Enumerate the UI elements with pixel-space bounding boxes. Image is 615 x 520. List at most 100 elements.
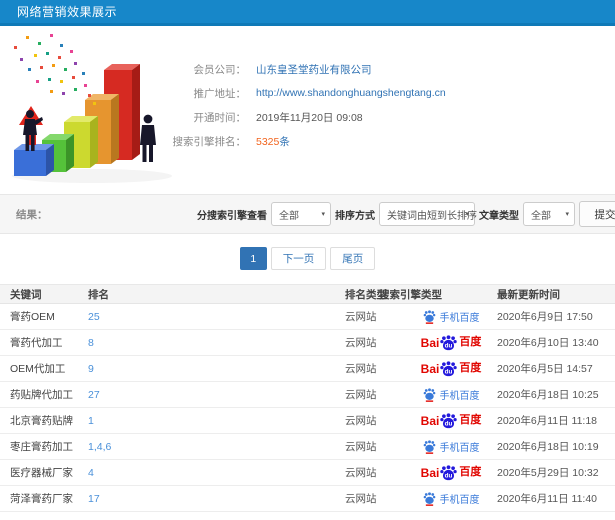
engine-filter-label: 分搜索引擎查看 — [197, 210, 267, 222]
cell-updated: 2020年6月11日 11:18 — [497, 415, 598, 427]
table-row: 菏泽膏药厂家 17 云网站 手机百度 2020年6月11日 11:40 — [0, 486, 615, 512]
baidu-logo-icon: Bai du 百度 — [420, 412, 482, 428]
cell-rank: 4 — [88, 466, 94, 479]
ranking-count-number: 5325 — [256, 135, 280, 148]
submit-button[interactable]: 提交 — [579, 201, 615, 227]
mobile-baidu-label: 手机百度 — [439, 313, 480, 324]
cell-engine: 手机百度 — [405, 439, 497, 454]
mobile-baidu-paw-icon — [423, 439, 435, 454]
mobile-baidu-icon: 手机百度 — [423, 491, 480, 506]
svg-text:du: du — [445, 472, 453, 479]
field-company: 会员公司： 山东皇圣堂药业有限公司 — [0, 57, 615, 81]
promo-url-link[interactable]: http://www.shandonghuangshengtang.cn — [256, 87, 446, 99]
mobile-baidu-label: 手机百度 — [439, 443, 480, 454]
cell-rank: 27 — [88, 388, 100, 401]
cell-updated: 2020年6月18日 10:19 — [497, 441, 599, 453]
table-row: 枣庄膏药加工 1,4,6 云网站 手机百度 2020年6月18日 10:19 — [0, 434, 615, 460]
baidu-logo-icon: Bai du 百度 — [420, 360, 482, 376]
svg-text:du: du — [445, 420, 453, 427]
cell-updated: 2020年5月29日 10:32 — [497, 467, 599, 479]
baidu-paw-icon: du — [440, 412, 458, 428]
table-body: 膏药OEM 25 云网站 手机百度 2020年6月9日 17:50 膏药代加工 … — [0, 304, 615, 512]
caret-down-icon: ▾ — [465, 211, 469, 218]
cell-rank-type: 云网站 — [345, 467, 377, 479]
cell-engine: 手机百度 — [405, 491, 497, 506]
cell-updated: 2020年6月9日 17:50 — [497, 311, 593, 323]
mobile-baidu-label: 手机百度 — [439, 391, 480, 402]
cell-keyword: 膏药代加工 — [10, 337, 63, 349]
cell-rank: 17 — [88, 492, 100, 505]
next-page-button[interactable]: 下一页 — [270, 247, 327, 270]
cell-engine: Bai du 百度 — [405, 412, 497, 429]
article-type-select[interactable]: 全部 ▾ — [523, 202, 575, 226]
mobile-baidu-icon: 手机百度 — [423, 387, 480, 402]
engine-filter-value: 全部 — [279, 210, 299, 222]
cell-rank-type: 云网站 — [345, 363, 377, 375]
cell-engine: Bai du 百度 — [405, 360, 497, 377]
cell-rank: 9 — [88, 362, 94, 375]
cell-updated: 2020年6月5日 14:57 — [497, 363, 593, 375]
filter-bar: 结果： 分搜索引擎查看 全部 ▾ 排序方式 关键词由短到长排序 ▾ 文章类型 全… — [0, 194, 615, 234]
field-open-time: 开通时间： 2019年11月20日 09:08 — [0, 105, 615, 129]
cell-rank-type: 云网站 — [345, 493, 377, 505]
ranking-count-unit: 条 — [279, 135, 290, 148]
column-header-engine-type: 搜索引擎类型 — [379, 288, 442, 301]
cell-keyword: 药贴牌代加工 — [10, 389, 73, 401]
last-page-button[interactable]: 尾页 — [330, 247, 376, 270]
field-promo-url: 推广地址： http://www.shandonghuangshengtang.… — [0, 81, 615, 105]
svg-text:du: du — [445, 368, 453, 375]
cell-keyword: 枣庄膏药加工 — [10, 441, 73, 453]
cell-rank: 1 — [88, 414, 94, 427]
caret-down-icon: ▾ — [565, 211, 569, 218]
result-label: 结果： — [16, 208, 48, 221]
open-time-label: 开通时间： — [193, 111, 247, 124]
top-header-bar: 网络营销效果展示 — [0, 0, 615, 26]
table-row: 北京膏药贴牌 1 云网站 Bai du 百度 2020年6月11日 11:18 — [0, 408, 615, 434]
column-header-rank: 排名 — [88, 288, 109, 301]
page-title: 网络营销效果展示 — [17, 5, 118, 19]
baidu-paw-icon: du — [440, 360, 458, 376]
baidu-logo-icon: Bai du 百度 — [420, 334, 482, 350]
baidu-paw-icon: du — [440, 464, 458, 480]
cell-engine: 手机百度 — [405, 309, 497, 324]
column-header-keyword: 关键词 — [10, 288, 42, 301]
page-1-button[interactable]: 1 — [239, 247, 267, 270]
engine-filter-select[interactable]: 全部 ▾ — [271, 202, 331, 226]
mobile-baidu-paw-icon — [423, 309, 435, 324]
cell-engine: 手机百度 — [405, 387, 497, 402]
company-link[interactable]: 山东皇圣堂药业有限公司 — [256, 64, 372, 76]
mobile-baidu-icon: 手机百度 — [423, 309, 480, 324]
ranking-count-label: 搜索引擎排名： — [172, 135, 247, 148]
open-time-value: 2019年11月20日 09:08 — [256, 111, 363, 124]
svg-text:du: du — [445, 342, 453, 349]
mobile-baidu-label: 手机百度 — [439, 495, 480, 506]
table-row: 膏药代加工 8 云网站 Bai du 百度 2020年6月10日 13:40 — [0, 330, 615, 356]
sort-filter-value: 关键词由短到长排序 — [387, 210, 477, 222]
promo-url-label: 推广地址： — [193, 87, 247, 100]
filter-controls: 分搜索引擎查看 全部 ▾ 排序方式 关键词由短到长排序 ▾ 文章类型 全部 ▾ … — [197, 195, 615, 233]
cell-keyword: 北京膏药贴牌 — [10, 415, 73, 427]
cell-rank-type: 云网站 — [345, 337, 377, 349]
cell-updated: 2020年6月18日 10:25 — [497, 389, 599, 401]
cell-updated: 2020年6月10日 13:40 — [497, 337, 599, 349]
cell-keyword: 医疗器械厂家 — [10, 467, 73, 479]
mobile-baidu-paw-icon — [423, 491, 435, 506]
mobile-baidu-paw-icon — [423, 387, 435, 402]
cell-engine: Bai du 百度 — [405, 464, 497, 481]
cell-keyword: 膏药OEM — [10, 311, 55, 323]
cell-rank: 1,4,6 — [88, 440, 112, 453]
column-header-updated: 最新更新时间 — [497, 288, 560, 301]
cell-keyword: OEM代加工 — [10, 363, 66, 375]
table-row: 医疗器械厂家 4 云网站 Bai du 百度 2020年5月29日 10:32 — [0, 460, 615, 486]
cell-rank-type: 云网站 — [345, 311, 377, 323]
cell-keyword: 菏泽膏药厂家 — [10, 493, 73, 505]
sort-filter-select[interactable]: 关键词由短到长排序 ▾ — [379, 202, 477, 226]
table-row: 药贴牌代加工 27 云网站 手机百度 2020年6月18日 10:25 — [0, 382, 615, 408]
baidu-logo-icon: Bai du 百度 — [420, 464, 482, 480]
cell-rank-type: 云网站 — [345, 415, 377, 427]
field-ranking-count: 搜索引擎排名： 5325条 — [0, 129, 615, 153]
member-fields: 会员公司： 山东皇圣堂药业有限公司 推广地址： http://www.shand… — [0, 57, 615, 153]
cell-rank: 8 — [88, 336, 94, 349]
table-row: 膏药OEM 25 云网站 手机百度 2020年6月9日 17:50 — [0, 304, 615, 330]
article-type-value: 全部 — [531, 210, 551, 222]
